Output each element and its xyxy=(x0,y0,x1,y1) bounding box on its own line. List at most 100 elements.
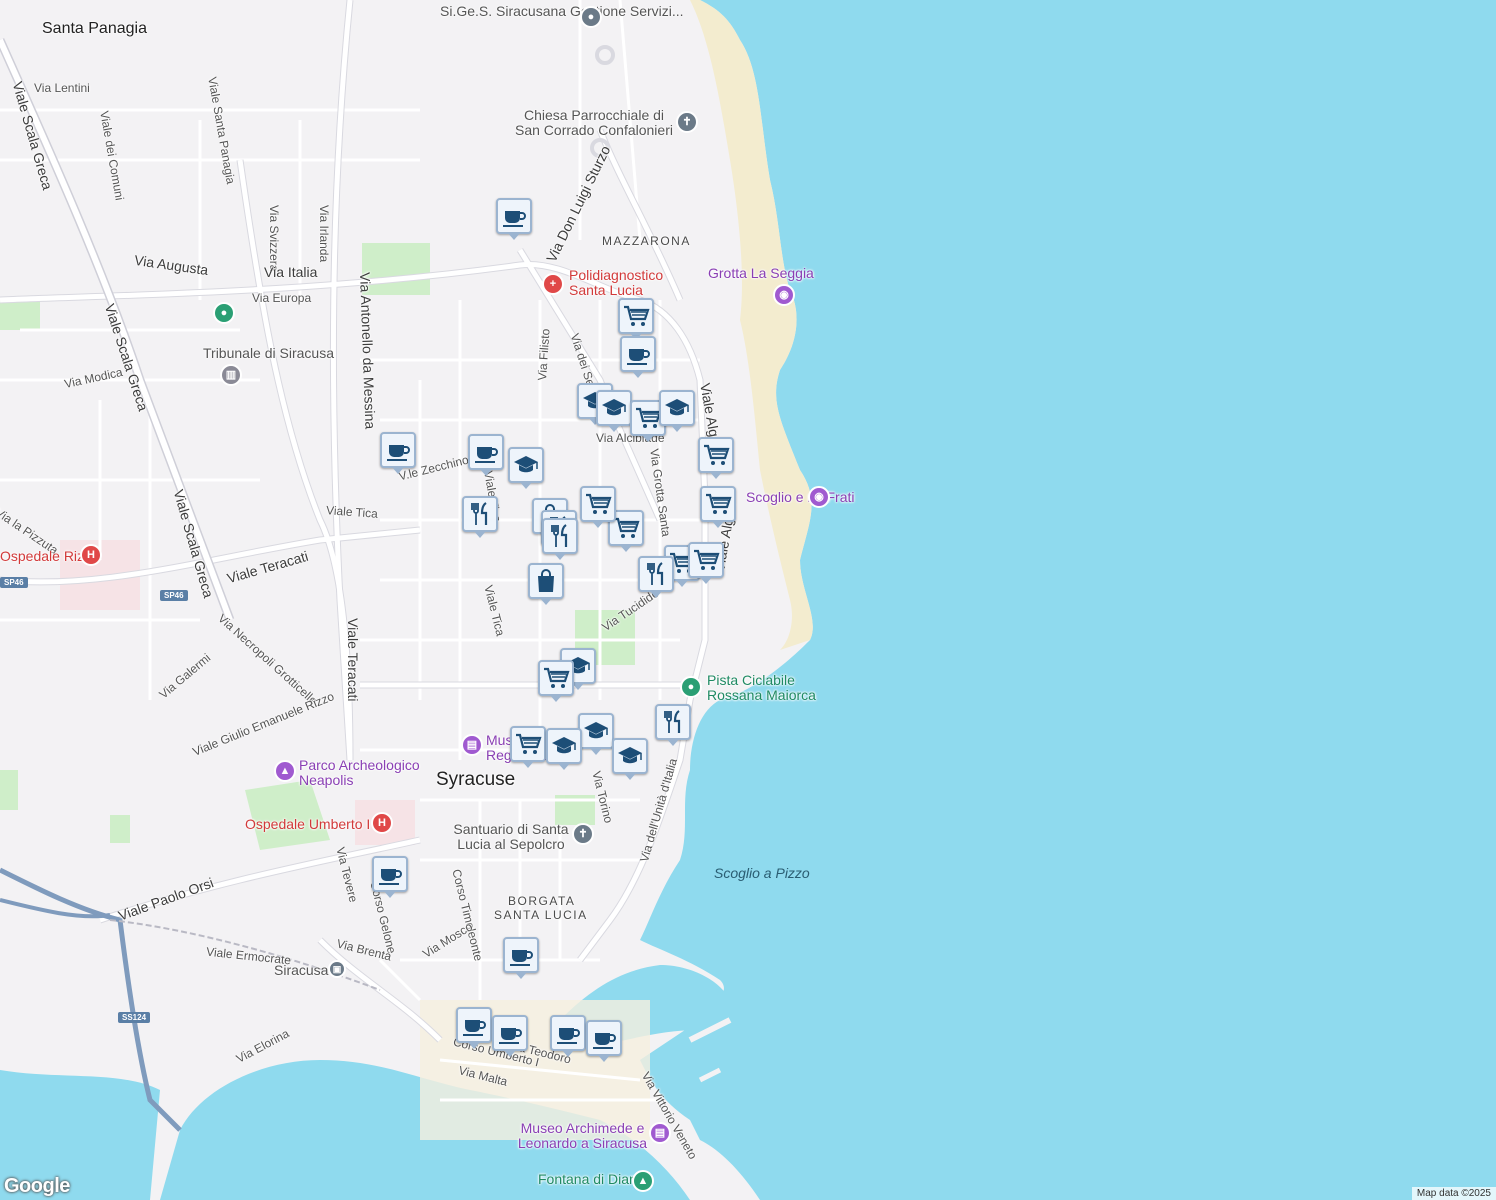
cart-icon xyxy=(704,444,730,465)
road-shield: SP46 xyxy=(0,577,28,588)
circle-dot-icon[interactable]: ● xyxy=(580,6,602,28)
road-label: Via Svizzera xyxy=(267,205,281,272)
map-canvas[interactable]: Santa Panagia MAZZARONA Syracuse BORGATA… xyxy=(0,0,1496,1200)
map-attribution[interactable]: Map data ©2025 xyxy=(1411,1187,1496,1200)
place-marker[interactable] xyxy=(508,447,544,489)
place-marker[interactable] xyxy=(546,728,582,770)
coffee-icon xyxy=(593,1033,616,1049)
building-icon[interactable]: ▥ xyxy=(220,364,242,386)
restaurant-icon xyxy=(471,502,488,525)
road-label: Viale Teracati xyxy=(345,618,361,702)
place-label-mazzarona: MAZZARONA xyxy=(602,234,691,248)
place-marker[interactable] xyxy=(462,496,498,538)
shopping-bag-icon xyxy=(538,569,554,592)
school-icon xyxy=(602,399,626,416)
place-marker[interactable] xyxy=(596,390,632,432)
cart-icon xyxy=(694,549,720,570)
place-marker[interactable] xyxy=(618,298,654,340)
place-marker[interactable] xyxy=(580,486,616,528)
circle-dot-icon[interactable]: ● xyxy=(213,302,235,324)
cart-icon xyxy=(586,493,612,514)
medical-plus-icon[interactable]: + xyxy=(542,273,564,295)
poi-label[interactable]: Parco Archeologico Neapolis xyxy=(299,757,429,789)
place-label-santa-lucia: SANTA LUCIA xyxy=(494,908,588,922)
coffee-icon xyxy=(379,869,402,885)
place-marker[interactable] xyxy=(612,738,648,780)
coffee-icon xyxy=(387,445,410,461)
place-marker[interactable] xyxy=(380,432,416,474)
place-marker[interactable] xyxy=(492,1015,528,1057)
restaurant-icon xyxy=(647,562,664,585)
hospital-icon[interactable]: H xyxy=(80,544,102,566)
camera-icon[interactable]: ◉ xyxy=(773,284,795,306)
coffee-icon xyxy=(627,349,650,365)
poi-label[interactable]: Polidiagnostico Santa Lucia xyxy=(569,267,679,299)
road-shield: SS124 xyxy=(118,1012,151,1023)
poi-label[interactable]: Museo Archimede e Leonardo a Siracusa xyxy=(515,1120,650,1152)
place-marker[interactable] xyxy=(655,704,691,746)
place-marker[interactable] xyxy=(700,486,736,528)
place-marker[interactable] xyxy=(468,434,504,476)
poi-label[interactable]: Tribunale di Siracusa xyxy=(203,345,334,361)
cart-icon xyxy=(636,407,662,428)
camera-icon[interactable]: ◉ xyxy=(808,486,830,508)
coffee-icon xyxy=(499,1028,522,1044)
place-marker[interactable] xyxy=(638,556,674,598)
hospital-icon[interactable]: H xyxy=(371,812,393,834)
circle-dot-icon[interactable]: ● xyxy=(680,676,702,698)
roundabout xyxy=(595,45,615,65)
cross-icon[interactable]: ✝ xyxy=(676,111,698,133)
place-marker[interactable] xyxy=(496,198,532,240)
train-icon[interactable]: ▣ xyxy=(328,960,346,978)
cart-icon xyxy=(624,305,650,326)
cart-icon xyxy=(614,517,640,538)
poi-label[interactable]: Si.Ge.S. Siracusana Gestione Servizi... xyxy=(440,3,684,19)
park-area xyxy=(245,780,330,850)
place-marker[interactable] xyxy=(578,713,614,755)
place-marker[interactable] xyxy=(550,1015,586,1057)
school-icon xyxy=(584,722,608,739)
park-area xyxy=(0,300,40,330)
place-marker[interactable] xyxy=(586,1020,622,1062)
poi-label[interactable]: Pista Ciclabile Rossana Maiorca xyxy=(707,672,827,704)
place-marker[interactable] xyxy=(510,726,546,768)
park-icon[interactable]: ▲ xyxy=(632,1170,654,1192)
museum-icon[interactable]: ▤ xyxy=(461,734,483,756)
restaurant-icon xyxy=(664,710,681,733)
cross-icon[interactable]: ✝ xyxy=(572,823,594,845)
coffee-icon xyxy=(510,950,533,966)
place-label-santa-panagia: Santa Panagia xyxy=(42,20,147,37)
place-marker[interactable] xyxy=(456,1007,492,1049)
museum-icon[interactable]: ▤ xyxy=(649,1122,671,1144)
park-area xyxy=(0,770,18,810)
google-logo: Google xyxy=(4,1175,70,1197)
poi-label[interactable]: Chiesa Parrocchiale di San Corrado Confa… xyxy=(514,107,674,139)
coffee-icon xyxy=(475,447,498,463)
poi-label[interactable]: Scoglio e ru' Frati xyxy=(746,489,855,505)
place-marker[interactable] xyxy=(659,390,695,432)
coffee-icon xyxy=(463,1020,486,1036)
poi-label[interactable]: Fontana di Diana xyxy=(538,1171,645,1187)
cart-icon xyxy=(516,733,542,754)
poi-label[interactable]: Grotta La Seggia xyxy=(708,265,814,281)
place-marker[interactable] xyxy=(538,660,574,702)
place-marker[interactable] xyxy=(528,563,564,605)
park-icon[interactable]: ▲ xyxy=(274,760,296,782)
road-label: Via Irlanda xyxy=(317,205,331,263)
road-shield: SP46 xyxy=(160,590,188,601)
place-marker[interactable] xyxy=(620,336,656,378)
place-label-borgata: BORGATA xyxy=(508,894,576,908)
poi-label[interactable]: Siracusa xyxy=(274,962,328,978)
school-icon xyxy=(552,737,576,754)
poi-label[interactable]: Santuario di Santa Lucia al Sepolcro xyxy=(446,821,576,853)
place-marker[interactable] xyxy=(542,518,578,560)
place-marker[interactable] xyxy=(503,937,539,979)
place-marker[interactable] xyxy=(688,542,724,584)
school-icon xyxy=(618,747,642,764)
place-label-syracuse: Syracuse xyxy=(436,769,516,790)
cart-icon xyxy=(544,667,570,688)
poi-label[interactable]: Ospedale Umberto I xyxy=(245,816,370,832)
road-label: Via Lentini xyxy=(34,81,90,95)
place-marker[interactable] xyxy=(698,437,734,479)
place-marker[interactable] xyxy=(372,856,408,898)
